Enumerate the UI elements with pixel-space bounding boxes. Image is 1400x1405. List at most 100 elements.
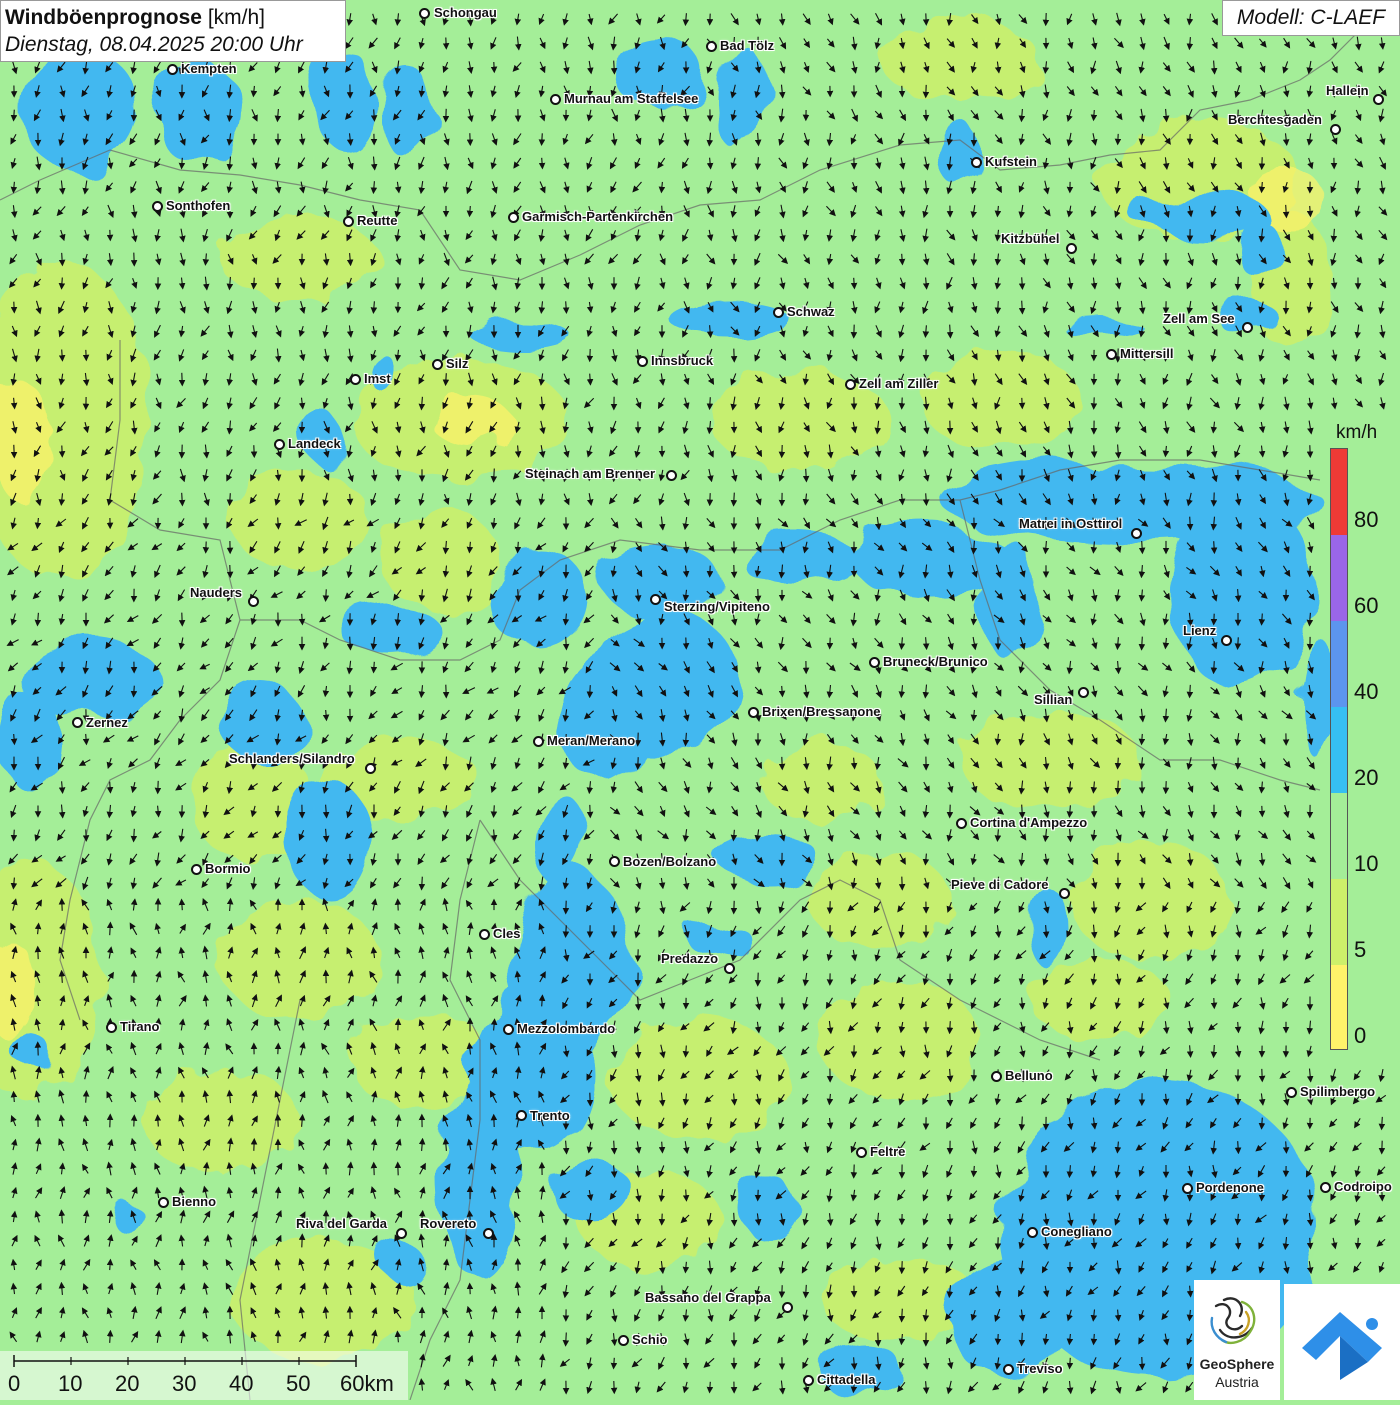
city-marker[interactable]: [508, 212, 519, 223]
city-marker[interactable]: [1131, 528, 1142, 539]
city-label: Mezzolombardo: [517, 1021, 615, 1036]
city-label: Landeck: [288, 436, 341, 451]
city-label: Zell am Ziller: [859, 376, 938, 391]
city-label: Tirano: [120, 1019, 160, 1034]
city-marker[interactable]: [1078, 687, 1089, 698]
city-marker[interactable]: [396, 1228, 407, 1239]
wind-arrow: [590, 374, 591, 383]
wind-arrow: [182, 493, 183, 503]
city-marker[interactable]: [550, 94, 561, 105]
city-marker[interactable]: [1106, 349, 1117, 360]
city-marker[interactable]: [650, 594, 661, 605]
city-label: Schio: [632, 1332, 667, 1347]
geosphere-emblem-icon: [1194, 1286, 1280, 1362]
wind-arrow: [974, 1166, 975, 1174]
city-marker[interactable]: [869, 657, 880, 668]
city-label: Cittadella: [817, 1372, 876, 1387]
city-marker[interactable]: [343, 216, 354, 227]
model-label: Modell: C-LAEF: [1222, 0, 1400, 36]
city-marker[interactable]: [609, 856, 620, 867]
city-marker[interactable]: [1182, 1183, 1193, 1194]
city-marker[interactable]: [666, 470, 677, 481]
legend-label-40: 40: [1354, 679, 1378, 705]
app-logo[interactable]: [1284, 1284, 1400, 1400]
city-marker[interactable]: [1059, 888, 1070, 899]
city-marker[interactable]: [248, 596, 259, 607]
city-marker[interactable]: [191, 864, 202, 875]
city-marker[interactable]: [956, 818, 967, 829]
city-marker[interactable]: [1286, 1087, 1297, 1098]
city-marker[interactable]: [274, 439, 285, 450]
wind-arrow: [1262, 1118, 1263, 1127]
city-marker[interactable]: [1066, 243, 1077, 254]
wind-arrow: [110, 1333, 111, 1343]
city-marker[interactable]: [152, 201, 163, 212]
legend-segment-0: [1331, 965, 1347, 1049]
wind-arrow: [374, 109, 375, 118]
scale-label-10: 10: [58, 1371, 82, 1397]
city-marker[interactable]: [618, 1335, 629, 1346]
city-marker[interactable]: [419, 8, 430, 19]
city-marker[interactable]: [782, 1302, 793, 1313]
wind-arrow: [422, 877, 423, 888]
city-marker[interactable]: [432, 359, 443, 370]
city-marker[interactable]: [483, 1228, 494, 1239]
city-marker[interactable]: [1320, 1182, 1331, 1193]
city-marker[interactable]: [748, 707, 759, 718]
app-arrow-icon: [1284, 1284, 1400, 1400]
city-label: Garmisch-Partenkirchen: [522, 209, 673, 224]
city-marker[interactable]: [503, 1024, 514, 1035]
wind-arrow: [662, 1142, 663, 1151]
wind-arrow: [350, 637, 351, 648]
city-marker[interactable]: [1027, 1227, 1038, 1238]
scale-label-0: 0: [8, 1371, 20, 1397]
wind-arrow: [446, 373, 447, 383]
city-label: Mittersill: [1120, 346, 1173, 361]
city-marker[interactable]: [533, 736, 544, 747]
city-marker[interactable]: [158, 1197, 169, 1208]
city-label: Bienno: [172, 1194, 216, 1209]
city-marker[interactable]: [1221, 635, 1232, 646]
wind-arrow: [1118, 758, 1119, 767]
city-marker[interactable]: [724, 963, 735, 974]
wind-arrow: [710, 397, 711, 407]
city-marker[interactable]: [350, 374, 361, 385]
wind-arrow: [1238, 1141, 1239, 1151]
map-title: Windböenprognose: [5, 6, 202, 29]
city-marker[interactable]: [773, 307, 784, 318]
wind-arrow: [1238, 277, 1239, 287]
city-marker[interactable]: [971, 157, 982, 168]
wind-arrow: [590, 685, 591, 695]
wind-arrow: [950, 325, 951, 336]
wind-arrow: [110, 782, 111, 791]
city-marker[interactable]: [72, 717, 83, 728]
city-label: Kufstein: [985, 154, 1037, 169]
city-marker[interactable]: [365, 763, 376, 774]
city-marker[interactable]: [479, 929, 490, 940]
wind-arrow: [254, 278, 255, 287]
city-label: Hallein: [1326, 83, 1369, 98]
wind-arrow: [1310, 1238, 1311, 1246]
city-marker[interactable]: [856, 1147, 867, 1158]
city-marker[interactable]: [1330, 124, 1341, 135]
city-marker[interactable]: [1242, 322, 1253, 333]
city-label: Belluno: [1005, 1068, 1053, 1083]
city-marker[interactable]: [1003, 1364, 1014, 1375]
city-label: Innsbruck: [651, 353, 713, 368]
city-marker[interactable]: [637, 356, 648, 367]
geosphere-logo[interactable]: GeoSphere Austria: [1194, 1280, 1280, 1400]
city-marker[interactable]: [845, 379, 856, 390]
city-label: Sterzing/Vipiteno: [664, 599, 770, 614]
city-marker[interactable]: [803, 1375, 814, 1386]
city-marker[interactable]: [516, 1110, 527, 1121]
city-marker[interactable]: [1373, 94, 1384, 105]
city-marker[interactable]: [106, 1022, 117, 1033]
wind-arrow: [1022, 805, 1023, 816]
legend-label-60: 60: [1354, 593, 1378, 619]
city-marker[interactable]: [167, 64, 178, 75]
wind-arrow: [1262, 614, 1263, 623]
city-marker[interactable]: [706, 41, 717, 52]
city-label: Kempten: [181, 61, 237, 76]
wind-arrow: [806, 1285, 807, 1295]
city-marker[interactable]: [991, 1071, 1002, 1082]
